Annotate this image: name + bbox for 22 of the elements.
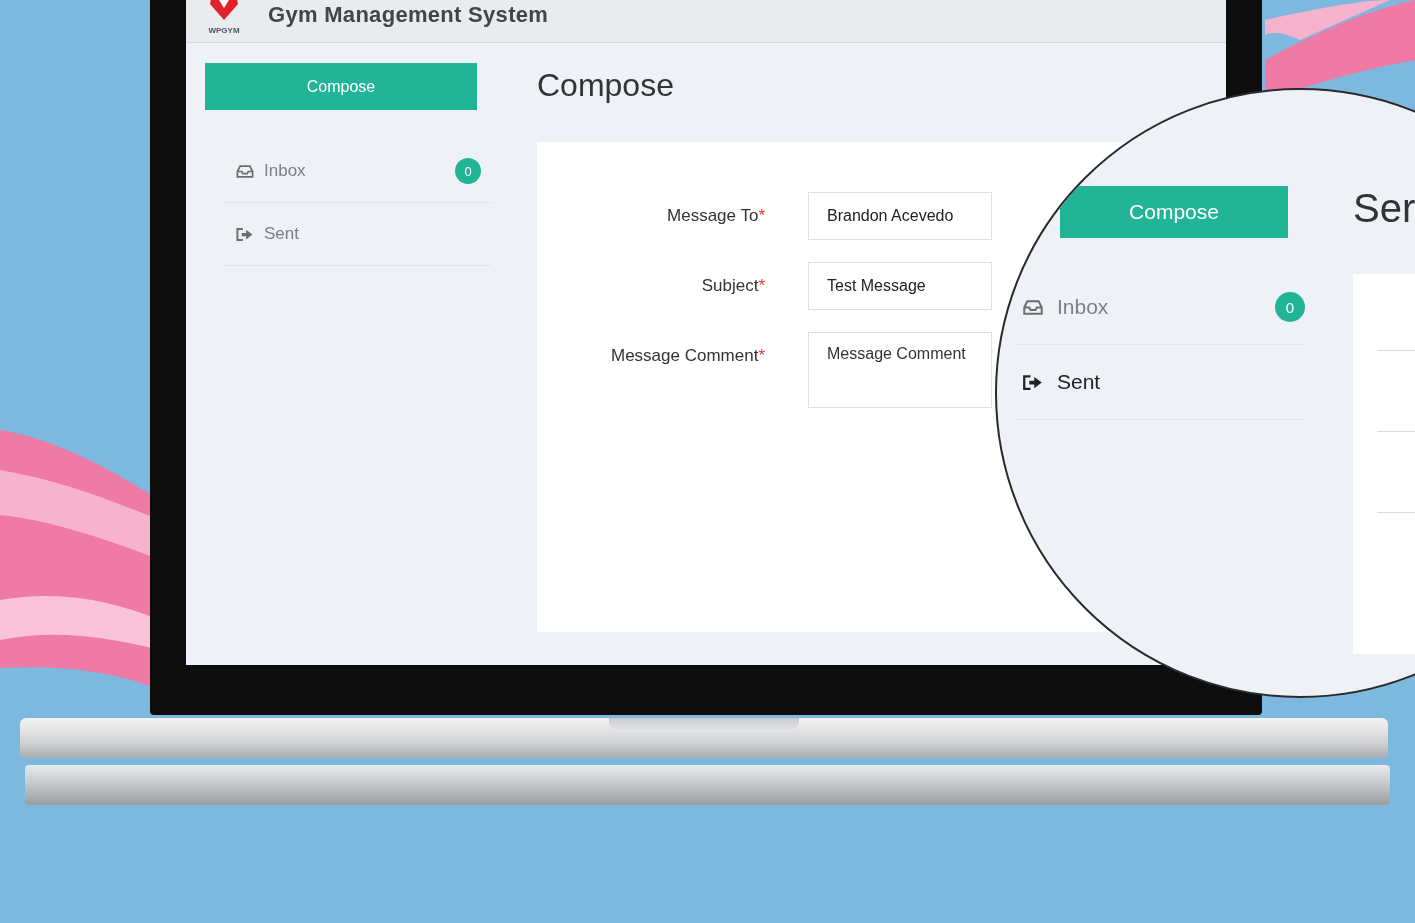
input-field[interactable]: Test Message [808, 262, 992, 310]
compose-button[interactable]: Compose [1060, 186, 1288, 238]
inbox-tray-icon [236, 164, 254, 178]
page-title: Compose [537, 67, 675, 104]
nav-item[interactable]: Sent [222, 203, 491, 266]
nav-item[interactable]: Sent [1015, 345, 1305, 420]
nav-item[interactable]: Inbox 0 [222, 140, 491, 203]
count-badge: 0 [455, 158, 481, 184]
count-badge: 0 [1275, 292, 1305, 322]
field-label: Message To* [666, 205, 765, 226]
compose-button[interactable]: Compose [205, 63, 477, 110]
field-label: Subject* [700, 275, 765, 296]
logo-text: WPGYM [208, 26, 240, 35]
sign-out-icon [1023, 374, 1043, 390]
input-field[interactable]: Brandon Acevedo [808, 192, 992, 240]
page-title: Ser [1353, 186, 1415, 230]
comment-field[interactable]: Message Comment [808, 332, 992, 408]
inbox-tray-icon [1023, 299, 1043, 315]
nav-item[interactable]: Inbox 0 [1015, 270, 1305, 345]
field-label: Message Comment* [610, 345, 765, 366]
sign-out-icon [236, 227, 254, 241]
app-title: Gym Management System [268, 2, 549, 28]
